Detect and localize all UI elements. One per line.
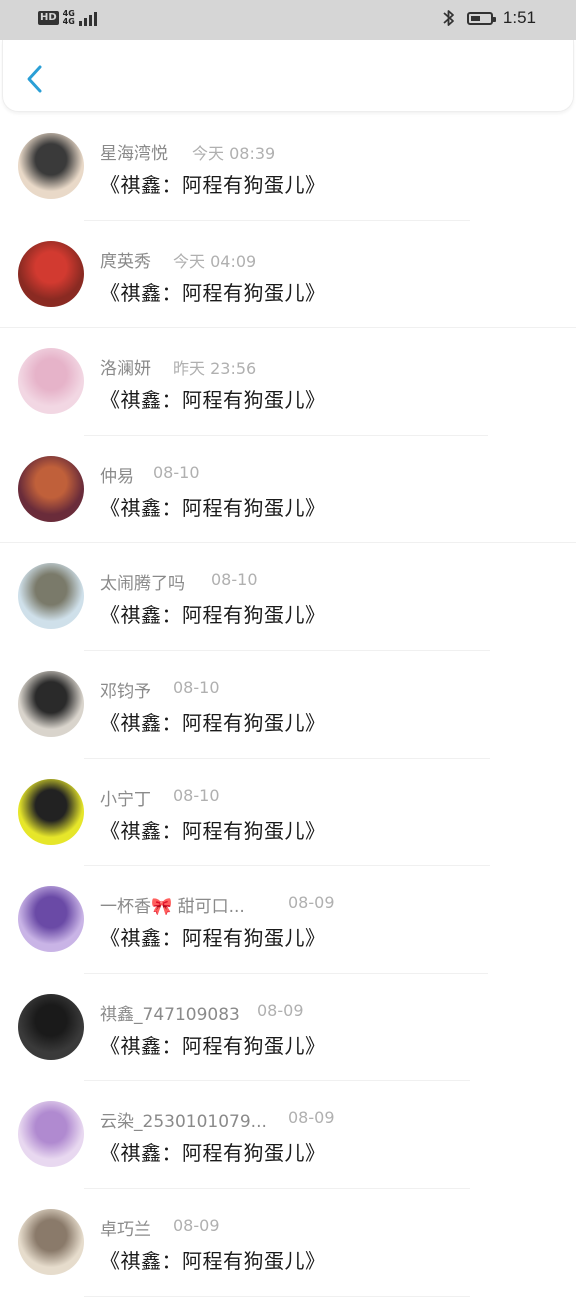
battery-icon [466,11,496,25]
list-item[interactable]: 卓巧兰 08-09 《祺鑫：阿程有狗蛋儿》 [0,1189,576,1297]
list-item[interactable]: 云染_2530101079... 08-09 《祺鑫：阿程有狗蛋儿》 [0,1081,576,1189]
message-list: 星海湾悦 今天 08:39 《祺鑫：阿程有狗蛋儿》 庹英秀 今天 04:09 《祺鑫：阿程… [0,113,576,1297]
avatar[interactable] [18,563,84,630]
sender-row: 小宁丁 08-10 [100,785,340,810]
message-time: 昨天 23:56 [173,359,257,379]
list-item[interactable]: 星海湾悦 今天 08:39 《祺鑫：阿程有狗蛋儿》 [0,113,576,221]
list-item[interactable]: 庹英秀 今天 04:09 《祺鑫：阿程有狗蛋儿》 [0,221,576,329]
message-text[interactable]: 《祺鑫：阿程有狗蛋儿》 [100,599,326,628]
hd-badge: HD [38,11,59,25]
avatar[interactable] [18,455,84,522]
avatar[interactable] [18,348,84,415]
sender-row: 祺鑫_747109083 08-09 [100,1000,340,1025]
sender-row: 仲易 08-10 [100,462,340,487]
sender-name[interactable]: 星海湾悦 [100,139,168,164]
message-text[interactable]: 《祺鑫：阿程有狗蛋儿》 [100,384,326,413]
status-left: HD 4G 4G [38,10,97,26]
signal-icon [78,10,97,26]
sender-row: 一杯香🎀 甜可口... 08-09 [100,892,340,917]
avatar[interactable] [18,1208,84,1275]
sender-row: 庹英秀 今天 04:09 [100,247,340,272]
list-item[interactable]: 仲易 08-10 《祺鑫：阿程有狗蛋儿》 [0,436,576,544]
message-text[interactable]: 《祺鑫：阿程有狗蛋儿》 [100,492,326,521]
avatar[interactable] [18,886,84,953]
message-time: 08-09 [257,1000,304,1020]
avatar[interactable] [18,240,84,307]
message-text[interactable]: 《祺鑫：阿程有狗蛋儿》 [100,707,326,736]
avatar[interactable] [18,993,84,1060]
sender-name[interactable]: 一杯香🎀 甜可口... [100,892,245,917]
sender-row: 太闹腾了吗 08-10 [100,569,340,594]
sender-name[interactable]: 庹英秀 [100,247,151,272]
avatar[interactable] [18,778,84,845]
message-text[interactable]: 《祺鑫：阿程有狗蛋儿》 [100,922,326,951]
avatar[interactable] [18,133,84,199]
message-text[interactable]: 《祺鑫：阿程有狗蛋儿》 [100,1137,326,1166]
list-item[interactable]: 小宁丁 08-10 《祺鑫：阿程有狗蛋儿》 [0,759,576,867]
divider [84,1295,470,1297]
list-item[interactable]: 太闹腾了吗 08-10 《祺鑫：阿程有狗蛋儿》 [0,543,576,651]
message-time: 08-09 [288,893,335,913]
chevron-left-icon[interactable] [21,62,49,96]
avatar[interactable] [18,1101,84,1168]
sender-name[interactable]: 洛澜妍 [100,354,151,379]
list-item[interactable]: 祺鑫_747109083 08-09 《祺鑫：阿程有狗蛋儿》 [0,974,576,1082]
network-label-bottom: 4G [62,17,75,26]
sender-name[interactable]: 小宁丁 [100,785,151,810]
message-time: 08-09 [173,1215,220,1235]
sender-name[interactable]: 仲易 [100,462,134,487]
message-text[interactable]: 《祺鑫：阿程有狗蛋儿》 [100,169,326,198]
message-time: 08-10 [153,462,200,482]
message-time: 08-10 [173,785,220,805]
sender-row: 洛澜妍 昨天 23:56 [100,354,340,379]
list-item[interactable]: 洛澜妍 昨天 23:56 《祺鑫：阿程有狗蛋儿》 [0,328,576,436]
sender-name[interactable]: 卓巧兰 [100,1215,151,1240]
avatar[interactable] [18,670,84,737]
message-text[interactable]: 《祺鑫：阿程有狗蛋儿》 [100,1245,326,1274]
bluetooth-icon [443,10,454,26]
sender-name[interactable]: 云染_2530101079... [100,1107,267,1132]
message-text[interactable]: 《祺鑫：阿程有狗蛋儿》 [100,1030,326,1059]
message-time: 08-10 [173,677,220,697]
list-item[interactable]: 一杯香🎀 甜可口... 08-09 《祺鑫：阿程有狗蛋儿》 [0,866,576,974]
sender-row: 星海湾悦 今天 08:39 [100,139,340,164]
battery-fill [470,15,480,21]
sender-row: 邓钧予 08-10 [100,677,340,702]
message-time: 08-10 [211,570,258,590]
list-item[interactable]: 邓钧予 08-10 《祺鑫：阿程有狗蛋儿》 [0,651,576,759]
status-right: 1:51 [441,8,536,28]
sender-name[interactable]: 邓钧予 [100,677,151,702]
sender-name[interactable]: 太闹腾了吗 [100,569,185,594]
sender-row: 卓巧兰 08-09 [100,1215,340,1240]
message-time: 08-09 [288,1108,335,1128]
status-time: 1:51 [502,8,536,27]
message-time: 今天 08:39 [192,144,276,163]
status-bar: HD 4G 4G 1:51 [0,0,576,40]
message-time: 今天 04:09 [173,251,257,271]
sender-row: 云染_2530101079... 08-09 [100,1107,340,1132]
message-text[interactable]: 《祺鑫：阿程有狗蛋儿》 [100,277,326,306]
top-nav-bar [2,40,574,112]
sender-name[interactable]: 祺鑫_747109083 [100,1000,240,1025]
network-type: 4G 4G [63,10,75,26]
message-text[interactable]: 《祺鑫：阿程有狗蛋儿》 [100,815,326,844]
